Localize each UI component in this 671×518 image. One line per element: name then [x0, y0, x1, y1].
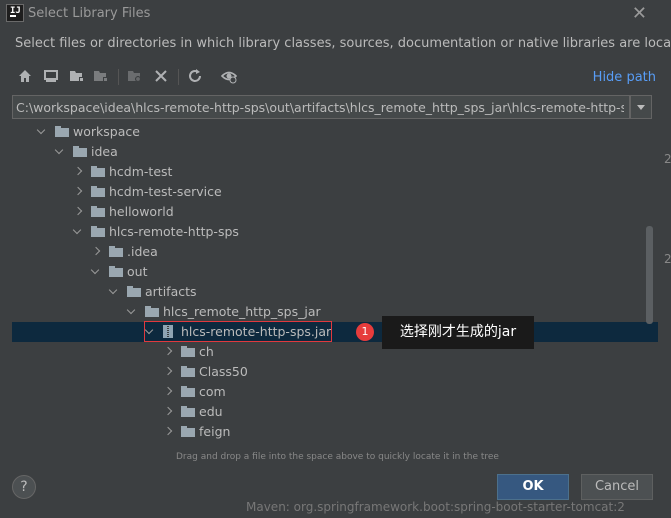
tree-node[interactable]: .idea — [12, 242, 658, 262]
tree-node-label: ch — [199, 344, 214, 359]
refresh-icon[interactable] — [186, 67, 204, 85]
chevron-right-icon[interactable] — [163, 367, 172, 376]
project-folder-icon[interactable] — [68, 67, 86, 85]
chevron-right-icon[interactable] — [163, 407, 172, 416]
tree-node[interactable]: idea — [12, 142, 658, 162]
chevron-down-icon[interactable] — [127, 307, 136, 316]
file-tree[interactable]: workspace idea hcdm-test hcdm-test-service h… — [12, 121, 658, 450]
background-maven-entry: Maven: org.springframework.boot:spring-b… — [246, 500, 625, 514]
tree-node[interactable]: hlcs-remote-http-sps.jar — [12, 322, 658, 342]
cancel-button[interactable]: Cancel — [581, 474, 653, 500]
background-fragment: 2 — [664, 252, 671, 266]
chevron-right-icon[interactable] — [91, 247, 100, 256]
folder-icon — [91, 186, 105, 197]
tree-node-label: edu — [199, 404, 223, 419]
chevron-right-icon[interactable] — [73, 207, 82, 216]
tree-node[interactable]: feign — [12, 422, 658, 442]
tree-node[interactable]: Class50 — [12, 362, 658, 382]
chevron-down-icon[interactable] — [91, 267, 100, 276]
tree-node[interactable]: ch — [12, 342, 658, 362]
tree-node-label: out — [127, 264, 148, 279]
tree-node[interactable]: out — [12, 262, 658, 282]
tree-node-label: hlcs_remote_http_sps_jar — [163, 304, 321, 319]
chevron-down-icon[interactable] — [55, 147, 64, 156]
tree-node[interactable]: helloworld — [12, 202, 658, 222]
tree-node[interactable]: hcdm-test-service — [12, 182, 658, 202]
tree-node[interactable]: edu — [12, 402, 658, 422]
tree-node-label: hlcs-remote-http-sps — [109, 224, 239, 239]
folder-icon — [181, 406, 195, 417]
chevron-down-icon[interactable] — [37, 127, 46, 136]
drag-drop-hint: Drag and drop a file into the space abov… — [176, 452, 499, 462]
tree-scrollbar[interactable] — [646, 226, 653, 324]
chevron-down-icon[interactable] — [109, 287, 118, 296]
tree-node-label: helloworld — [109, 204, 174, 219]
chevron-down-icon[interactable] — [73, 227, 82, 236]
chevron-right-icon[interactable] — [73, 167, 82, 176]
tree-node-label: feign — [199, 424, 231, 439]
selection-highlight-box — [144, 321, 332, 342]
tree-node[interactable]: workspace — [12, 122, 658, 142]
tree-node[interactable]: artifacts — [12, 282, 658, 302]
folder-icon — [91, 206, 105, 217]
ok-button[interactable]: OK — [497, 474, 569, 500]
folder-icon — [181, 346, 195, 357]
chevron-right-icon[interactable] — [163, 347, 172, 356]
title-bar: IJ Select Library Files ✕ — [0, 0, 671, 28]
folder-icon — [55, 126, 69, 137]
help-button[interactable]: ? — [12, 475, 36, 499]
tree-node-label: idea — [91, 144, 118, 159]
tree-node-label: hcdm-test-service — [109, 184, 222, 199]
tree-node-label: Class50 — [199, 364, 248, 379]
show-hidden-icon[interactable] — [220, 67, 238, 85]
folder-icon — [109, 246, 123, 257]
path-input[interactable] — [16, 96, 624, 118]
tree-node[interactable]: hlcs_remote_http_sps_jar — [12, 302, 658, 322]
tree-node[interactable]: hcdm-test — [12, 162, 658, 182]
tree-node-label: .idea — [127, 244, 158, 259]
tree-node-label: artifacts — [145, 284, 197, 299]
close-icon[interactable]: ✕ — [632, 3, 647, 24]
path-history-dropdown[interactable] — [630, 95, 652, 119]
chevron-right-icon[interactable] — [163, 387, 172, 396]
dialog-title: Select Library Files — [28, 6, 151, 21]
background-fragment: 2 — [664, 152, 671, 166]
dialog-description: Select files or directories in which lib… — [15, 36, 671, 51]
folder-icon — [181, 366, 195, 377]
toolbar-separator — [118, 69, 119, 85]
folder-icon — [145, 306, 159, 317]
delete-icon[interactable] — [152, 67, 170, 85]
hide-path-link[interactable]: Hide path — [593, 70, 656, 85]
tree-node[interactable]: com — [12, 382, 658, 402]
folder-icon — [91, 226, 105, 237]
new-folder-icon[interactable] — [126, 67, 144, 85]
tree-node-label: com — [199, 384, 226, 399]
tree-node-label: hcdm-test — [109, 164, 173, 179]
path-field[interactable] — [12, 95, 630, 119]
step-badge: 1 — [356, 323, 374, 341]
chevron-right-icon[interactable] — [163, 427, 172, 436]
module-folder-icon[interactable] — [92, 67, 110, 85]
step-tooltip: 选择刚才生成的jar — [382, 316, 534, 349]
tree-node-label: workspace — [73, 124, 140, 139]
folder-icon — [91, 166, 105, 177]
folder-icon — [109, 266, 123, 277]
tree-node[interactable]: hlcs-remote-http-sps — [12, 222, 658, 242]
intellij-logo-icon: IJ — [6, 4, 24, 22]
desktop-icon[interactable] — [42, 67, 60, 85]
folder-icon — [181, 426, 195, 437]
folder-icon — [73, 146, 87, 157]
folder-icon — [127, 286, 141, 297]
folder-icon — [181, 386, 195, 397]
home-icon[interactable] — [16, 67, 34, 85]
chevron-right-icon[interactable] — [73, 187, 82, 196]
toolbar-separator — [178, 69, 179, 85]
